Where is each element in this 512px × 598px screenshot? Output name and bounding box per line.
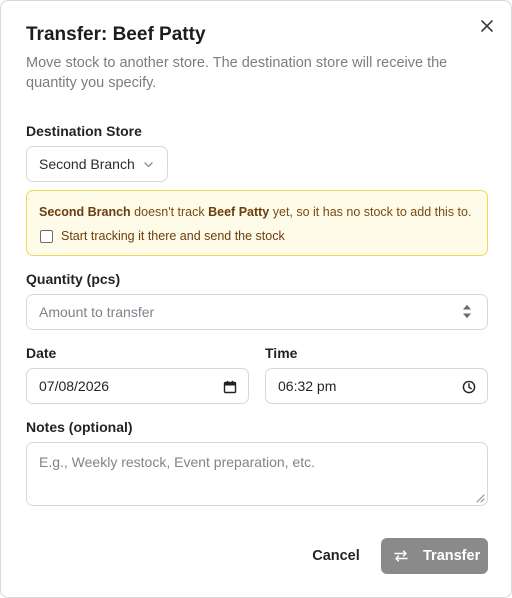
date-label: Date	[26, 345, 57, 361]
time-label: Time	[265, 345, 298, 361]
quantity-input[interactable]: Amount to transfer	[26, 294, 488, 330]
notes-label: Notes (optional)	[26, 419, 133, 435]
chevron-down-icon	[144, 162, 153, 168]
date-input[interactable]: 07/08/2026	[26, 368, 249, 404]
notes-textarea[interactable]: E.g., Weekly restock, Event preparation,…	[26, 442, 488, 506]
date-value: 07/08/2026	[39, 378, 110, 394]
warning-store-name: Second Branch	[39, 205, 131, 219]
notes-placeholder: E.g., Weekly restock, Event preparation,…	[39, 454, 315, 470]
stepper-up-icon[interactable]	[462, 304, 472, 310]
dialog-subtitle: Move stock to another store. The destina…	[26, 55, 448, 91]
start-tracking-label: Start tracking it there and send the sto…	[61, 229, 285, 243]
clock-icon[interactable]	[461, 379, 477, 395]
close-icon	[481, 20, 493, 32]
dialog-title: Transfer: Beef Patty	[26, 24, 206, 45]
quantity-placeholder: Amount to transfer	[39, 304, 155, 320]
untracked-store-warning: Second Branch doesn't track Beef Patty y…	[26, 190, 488, 256]
transfer-button-label: Transfer	[423, 548, 481, 564]
swap-arrows-icon	[394, 550, 408, 562]
destination-store-value: Second Branch	[39, 156, 135, 172]
time-value: 06:32 pm	[278, 378, 337, 394]
transfer-dialog: Transfer: Beef Patty Move stock to anoth…	[0, 0, 512, 598]
warning-message: Second Branch doesn't track Beef Patty y…	[39, 205, 471, 219]
time-input[interactable]: 06:32 pm	[265, 368, 488, 404]
warning-item-name: Beef Patty	[208, 205, 270, 219]
destination-store-label: Destination Store	[26, 123, 142, 139]
warning-text-2: yet, so it has no stock to add this to.	[269, 205, 472, 219]
quantity-label: Quantity (pcs)	[26, 271, 121, 287]
destination-store-select[interactable]: Second Branch	[26, 146, 168, 182]
calendar-icon[interactable]	[222, 379, 238, 395]
close-button[interactable]	[477, 16, 497, 36]
stepper-icon[interactable]	[462, 304, 472, 319]
stepper-down-icon[interactable]	[462, 313, 472, 319]
resize-handle-icon[interactable]	[476, 494, 485, 503]
cancel-button[interactable]: Cancel	[307, 538, 365, 574]
start-tracking-row[interactable]: Start tracking it there and send the sto…	[39, 229, 285, 243]
warning-text-1: doesn't track	[130, 205, 209, 219]
transfer-button[interactable]: Transfer	[381, 538, 488, 574]
start-tracking-checkbox[interactable]	[40, 229, 53, 243]
